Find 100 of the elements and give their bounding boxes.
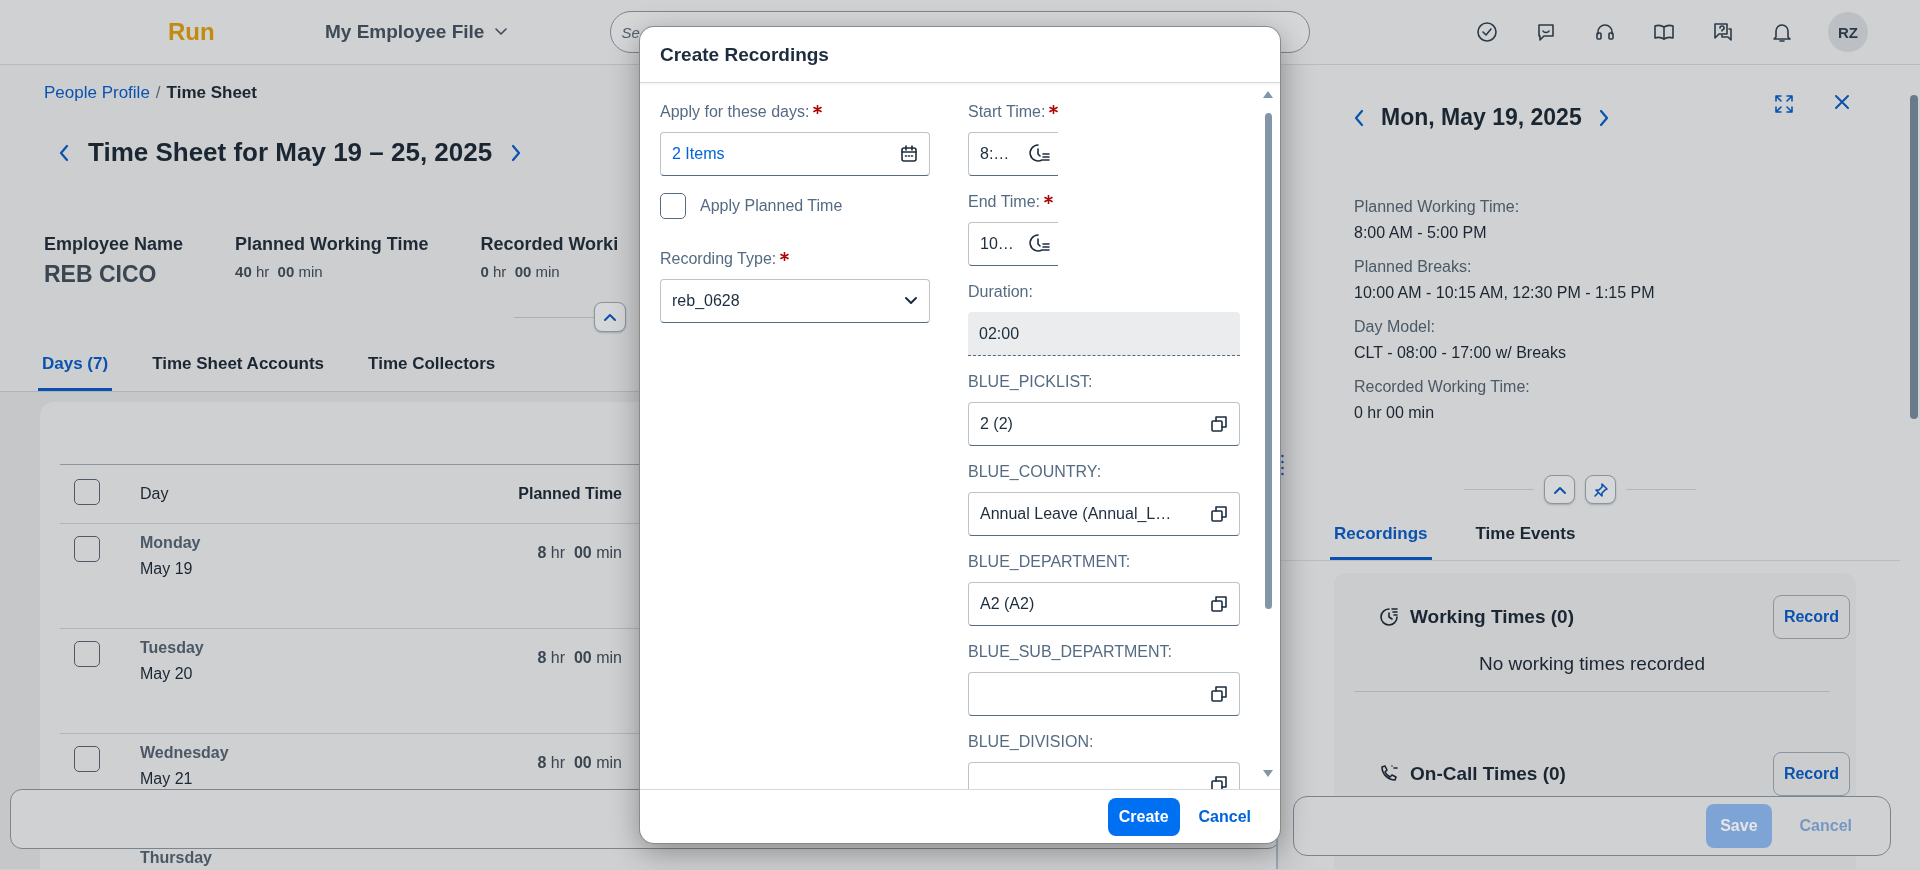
info-label: Planned Breaks: <box>1354 258 1473 276</box>
pin-icon <box>1592 481 1609 498</box>
weekday-text: Monday <box>140 534 201 552</box>
app-menu[interactable]: My Employee File <box>325 21 509 43</box>
weekday-text: Tuesday <box>140 639 204 657</box>
field-label: Duration: <box>968 283 1033 301</box>
summary-label: Employee Name <box>44 234 184 255</box>
breadcrumb-current: Time Sheet <box>166 83 257 103</box>
section-title: On-Call Times (0) <box>1410 763 1566 785</box>
scroll-down-icon <box>1262 769 1274 779</box>
section-title: Working Times (0) <box>1410 606 1574 628</box>
tab[interactable]: Time Collectors <box>364 346 500 391</box>
weekday-text: Wednesday <box>140 744 229 762</box>
chevron-left-icon[interactable] <box>58 143 70 162</box>
headset-icon[interactable] <box>1594 21 1616 43</box>
summary-label: Planned Working Time <box>235 234 429 255</box>
column-header: Day <box>140 464 500 524</box>
scroll-up-icon <box>1262 89 1274 99</box>
tab[interactable]: Time Sheet Accounts <box>148 346 329 391</box>
empty-message: No working times recorded <box>1354 653 1830 692</box>
value-help-field[interactable] <box>968 672 1240 716</box>
scrollbar[interactable] <box>1262 89 1274 779</box>
info-value: 8:00 AM - 5:00 PM <box>1354 224 1488 242</box>
chevron-right-icon[interactable] <box>1597 108 1610 127</box>
dropdown-field[interactable]: reb_0628 <box>660 279 930 323</box>
copy-icon <box>1210 775 1228 789</box>
info-label: Planned Working Time: <box>1354 198 1521 216</box>
date-text: May 21 <box>140 770 193 788</box>
copy-icon <box>1210 415 1228 433</box>
dialog-title: Create Recordings <box>660 43 829 66</box>
breadcrumb-link[interactable]: People Profile <box>44 83 150 103</box>
info-value: CLT - 08:00 - 17:00 w/ Breaks <box>1354 344 1567 362</box>
time-field[interactable]: 10… <box>968 222 1058 266</box>
copy-icon <box>1210 505 1228 523</box>
calendar-icon <box>900 145 918 163</box>
info-value: 10:00 AM - 10:15 AM, 12:30 PM - 1:15 PM <box>1354 284 1656 302</box>
collapse-button[interactable] <box>1544 475 1575 504</box>
employee-name: REB CICO <box>44 261 158 288</box>
field-label: Recording Type: <box>660 250 777 268</box>
checkbox[interactable] <box>660 193 686 219</box>
check-circle-icon[interactable] <box>1476 21 1498 43</box>
field-label: BLUE_SUB_DEPARTMENT: <box>968 643 1172 661</box>
checkbox-label: Apply Planned Time <box>700 197 843 215</box>
close-icon[interactable] <box>1833 93 1851 111</box>
checkbox[interactable] <box>74 641 100 667</box>
summary-value: 40 hr 00 min <box>235 263 324 280</box>
column-header: Planned Time <box>500 464 622 524</box>
readonly-field: 02:00 <box>968 312 1240 356</box>
date-text: May 20 <box>140 665 193 683</box>
checkbox[interactable] <box>74 479 100 505</box>
value-help-field[interactable]: 2 (2) <box>968 402 1240 446</box>
info-value: 0 hr 00 min <box>1354 404 1436 422</box>
dialog-button[interactable]: Create <box>1107 797 1180 836</box>
tab[interactable]: Time Events <box>1471 514 1580 560</box>
table-cell: 8 hr 00 min <box>500 733 622 839</box>
chat-question-icon[interactable] <box>1712 21 1734 43</box>
summary-value: 0 hr 00 min <box>480 263 561 280</box>
expand-icon[interactable] <box>1773 93 1795 115</box>
checkbox[interactable] <box>74 536 100 562</box>
user-avatar[interactable]: RZ <box>1828 12 1868 52</box>
chevron-up-icon <box>1552 484 1567 495</box>
clock-icon <box>1028 143 1050 165</box>
weekday-text: Thursday <box>140 849 212 867</box>
clock-icon <box>1028 233 1050 255</box>
field-label: Apply for these days: <box>660 103 810 121</box>
copy-icon <box>1210 685 1228 703</box>
field-label: BLUE_COUNTRY: <box>968 463 1102 481</box>
summary-label: Recorded Worki <box>480 234 619 255</box>
value-help-field[interactable]: Annual Leave (Annual_L… <box>968 492 1240 536</box>
chevron-up-icon <box>603 312 617 322</box>
checkbox[interactable] <box>74 746 100 772</box>
chat-smile-icon[interactable] <box>1535 21 1557 43</box>
pin-button[interactable] <box>1585 475 1616 504</box>
collapse-button[interactable] <box>594 302 626 332</box>
clock-list-icon <box>1378 606 1400 628</box>
field-label: BLUE_DIVISION: <box>968 733 1094 751</box>
day-title: Mon, May 19, 2025 <box>1381 104 1582 131</box>
chevron-down-icon <box>904 296 918 306</box>
field-label: End Time: <box>968 193 1041 211</box>
field-label: BLUE_DEPARTMENT: <box>968 553 1131 571</box>
info-label: Day Model: <box>1354 318 1436 336</box>
table-cell: 8 hr 00 min <box>500 523 622 629</box>
date-text: May 19 <box>140 560 193 578</box>
time-field[interactable]: 8:… <box>968 132 1058 176</box>
chevron-down-icon <box>494 27 509 37</box>
table-cell: 8 hr 00 min <box>500 628 622 734</box>
tab[interactable]: Recordings <box>1330 514 1432 560</box>
date-field[interactable]: 2 Items <box>660 132 930 176</box>
chevron-right-icon[interactable] <box>510 143 523 162</box>
breadcrumb-separator: / <box>155 83 161 103</box>
chevron-left-icon[interactable] <box>1353 108 1365 127</box>
field-label: Start Time: <box>968 103 1046 121</box>
record-button[interactable]: Record <box>1772 595 1850 639</box>
bell-icon[interactable] <box>1771 21 1793 43</box>
dialog-button[interactable]: Cancel <box>1187 797 1262 836</box>
info-label: Recorded Working Time: <box>1354 378 1531 396</box>
page-title: Time Sheet for May 19 – 25, 2025 <box>88 137 493 168</box>
value-help-field[interactable]: A2 (A2) <box>968 582 1240 626</box>
field-label: BLUE_PICKLIST: <box>968 373 1093 391</box>
copy-icon <box>1210 595 1228 613</box>
